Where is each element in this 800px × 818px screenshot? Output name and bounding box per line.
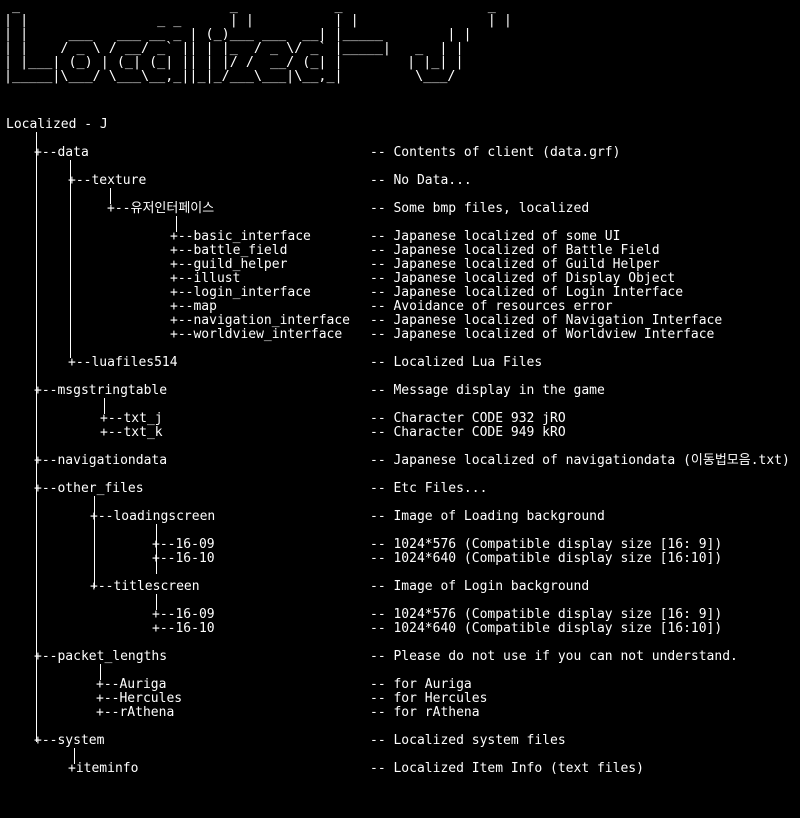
tree-node-description: -- Japanese localized of Navigation Inte… <box>370 313 723 328</box>
tree-row: +--txt_k -- Character CODE 949 kRO <box>0 426 800 440</box>
tree-node-description: -- Japanese localized of Guild Helper <box>370 257 660 272</box>
tree-node-description: -- Localized Item Info (text files) <box>370 761 644 776</box>
tree-row: +--login_interface -- Japanese localized… <box>0 286 800 300</box>
tree-row: +--loadingscreen -- Image of Loading bac… <box>0 510 800 524</box>
tree-row: +--packet_lengths -- Please do not use i… <box>0 650 800 664</box>
tree-node-label: +--msgstringtable <box>34 383 168 398</box>
tree-node-description: -- No Data... <box>370 173 472 188</box>
tree-node-description: -- Image of Login background <box>370 579 590 594</box>
tree-row: +--navigation_interface -- Japanese loca… <box>0 314 800 328</box>
tree-node-description: -- Image of Loading background <box>370 509 605 524</box>
tree-row: +--texture -- No Data... <box>0 174 800 188</box>
tree-node-description: -- Avoidance of resources error <box>370 299 613 314</box>
tree-node-label: +--data <box>34 145 89 160</box>
tree-row: +--map -- Avoidance of resources error <box>0 300 800 314</box>
tree-row: +--other_files -- Etc Files... <box>0 482 800 496</box>
tree-node-description: -- for rAthena <box>370 705 480 720</box>
tree-row: +--16-09 -- 1024*576 (Compatible display… <box>0 538 800 552</box>
tree-node-description: -- Contents of client (data.grf) <box>370 145 621 160</box>
tree-node-label: +--navigationdata <box>34 453 168 468</box>
tree-node-label: +--Hercules <box>96 691 183 706</box>
tree-row: +--msgstringtable -- Message display in … <box>0 384 800 398</box>
tree-node-description: -- Character CODE 949 kRO <box>370 425 566 440</box>
tree-node-description: -- Localized system files <box>370 733 566 748</box>
tree-node-description: -- for Auriga <box>370 677 472 692</box>
tree-node-label: +--16-09 <box>152 607 215 622</box>
tree-node-description: -- 1024*576 (Compatible display size [16… <box>370 537 723 552</box>
tree-node-label: +--luafiles514 <box>68 355 178 370</box>
tree-row: +--battle_field -- Japanese localized of… <box>0 244 800 258</box>
tree-node-label: +--login_interface <box>170 285 311 300</box>
tree-node-description: -- Character CODE 932 jRO <box>370 411 566 426</box>
tree-node-label: +--map <box>170 299 217 314</box>
tree-node-label: +--16-10 <box>152 621 215 636</box>
tree-node-description: -- Some bmp files, localized <box>370 201 590 216</box>
tree-root-label: Localized - J <box>6 117 108 132</box>
tree-node-label: +--16-09 <box>152 537 215 552</box>
tree-node-label: +--illust <box>170 271 241 286</box>
tree-node-label: +--worldview_interface <box>170 327 343 342</box>
tree-node-description: -- 1024*576 (Compatible display size [16… <box>370 607 723 622</box>
tree-node-description: -- 1024*640 (Compatible display size [16… <box>370 621 723 636</box>
tree-node-label: +--Auriga <box>96 677 167 692</box>
tree-node-description: -- Japanese localized of Battle Field <box>370 243 660 258</box>
tree-node-description: -- Japanese localized of some UI <box>370 229 621 244</box>
tree-row: +--유저인터페이스 -- Some bmp files, localized <box>0 202 800 216</box>
directory-tree: Localized - J +--data -- Contents of cli… <box>0 0 800 800</box>
tree-node-label: +--other_files <box>34 481 144 496</box>
tree-row: +--navigationdata -- Japanese localized … <box>0 454 800 468</box>
tree-row: +--16-10 -- 1024*640 (Compatible display… <box>0 622 800 636</box>
tree-row: +--system -- Localized system files <box>0 734 800 748</box>
tree-row: +--Hercules -- for Hercules <box>0 692 800 706</box>
tree-root: Localized - J <box>0 118 800 132</box>
tree-row: +--rAthena -- for rAthena <box>0 706 800 720</box>
tree-node-label: +--packet_lengths <box>34 649 168 664</box>
tree-row: +--worldview_interface -- Japanese local… <box>0 328 800 342</box>
tree-row: +--16-10 -- 1024*640 (Compatible display… <box>0 552 800 566</box>
tree-node-description: -- Etc Files... <box>370 481 488 496</box>
tree-node-label: +--battle_field <box>170 243 288 258</box>
tree-node-label: +--titlescreen <box>90 579 200 594</box>
tree-node-description: -- Japanese localized of Display Object <box>370 271 676 286</box>
tree-node-description: -- Please do not use if you can not unde… <box>370 649 738 664</box>
tree-row: +--basic_interface -- Japanese localized… <box>0 230 800 244</box>
tree-node-label: +--navigation_interface <box>170 313 351 328</box>
tree-node-description: -- for Hercules <box>370 691 488 706</box>
tree-row: +--Auriga -- for Auriga <box>0 678 800 692</box>
tree-node-label: +--system <box>34 733 105 748</box>
tree-node-description: -- Message display in the game <box>370 383 605 398</box>
tree-row: +--txt_j -- Character CODE 932 jRO <box>0 412 800 426</box>
tree-node-label: +--txt_k <box>100 425 163 440</box>
tree-row: +--data -- Contents of client (data.grf) <box>0 146 800 160</box>
tree-node-description: -- Japanese localized of Worldview Inter… <box>370 327 715 342</box>
tree-node-label: +--16-10 <box>152 551 215 566</box>
tree-node-label: +--loadingscreen <box>90 509 216 524</box>
tree-node-label: +--txt_j <box>100 411 163 426</box>
tree-node-label: +--guild_helper <box>170 257 288 272</box>
tree-node-description: -- Japanese localized of Login Interface <box>370 285 684 300</box>
tree-node-label: +--texture <box>68 173 147 188</box>
tree-row: +--luafiles514 -- Localized Lua Files <box>0 356 800 370</box>
tree-row: +--titlescreen -- Image of Login backgro… <box>0 580 800 594</box>
tree-row: +--16-09 -- 1024*576 (Compatible display… <box>0 608 800 622</box>
tree-node-label: +iteminfo <box>68 761 139 776</box>
tree-node-label: +--rAthena <box>96 705 175 720</box>
tree-node-label: +--유저인터페이스 <box>107 201 215 216</box>
tree-row: +--illust -- Japanese localized of Displ… <box>0 272 800 286</box>
tree-node-description: -- 1024*640 (Compatible display size [16… <box>370 551 723 566</box>
tree-row: +--guild_helper -- Japanese localized of… <box>0 258 800 272</box>
tree-node-description: -- Localized Lua Files <box>370 355 543 370</box>
tree-node-label: +--basic_interface <box>170 229 311 244</box>
tree-row: +iteminfo -- Localized Item Info (text f… <box>0 762 800 776</box>
tree-node-description: -- Japanese localized of navigationdata … <box>370 453 790 468</box>
